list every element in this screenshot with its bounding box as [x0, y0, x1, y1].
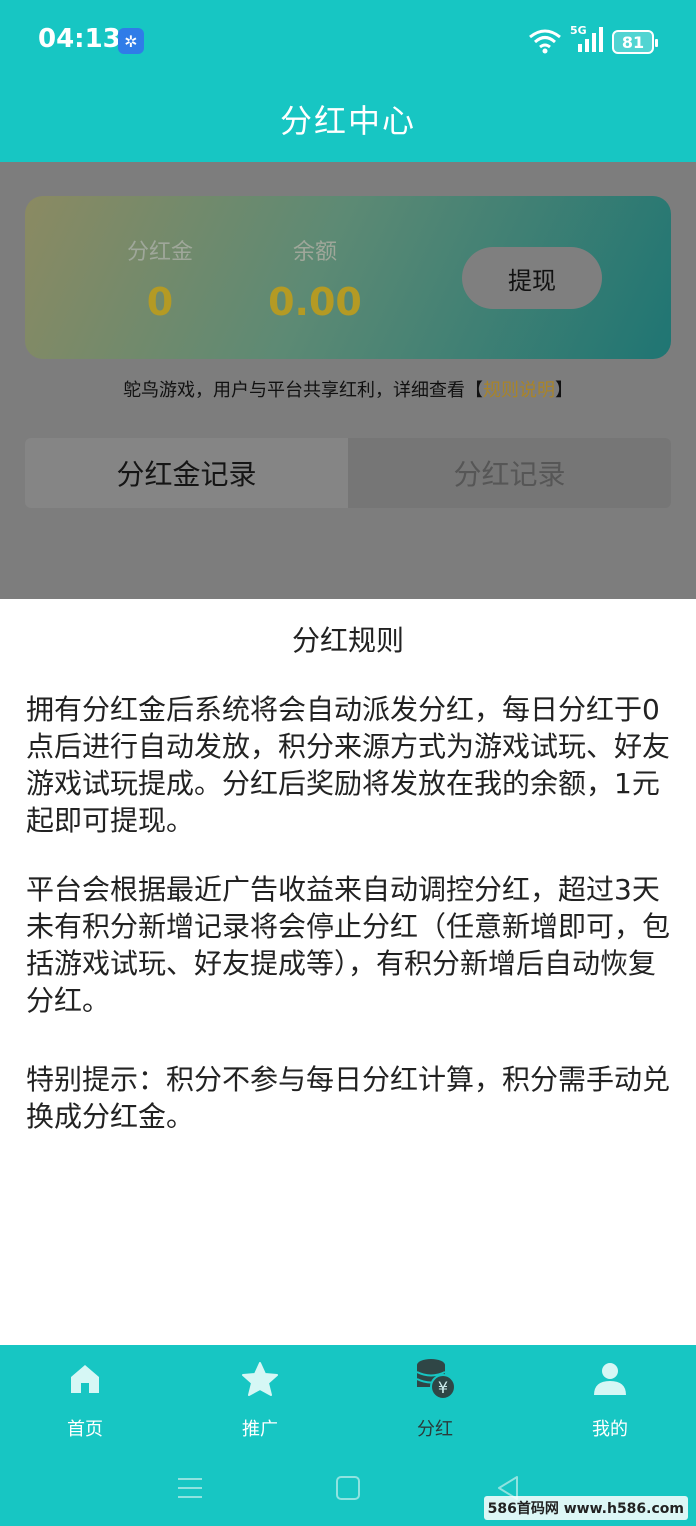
- coins-icon: ¥: [375, 1357, 495, 1401]
- rule-note: 鸵鸟游戏，用户与平台共享红利，详细查看【规则说明】: [0, 376, 696, 402]
- signal-icon: [578, 27, 603, 52]
- menu-icon[interactable]: [172, 1470, 208, 1506]
- nav-item-dividend[interactable]: ¥ 分红: [375, 1357, 495, 1441]
- nav-label: 我的: [592, 1419, 628, 1440]
- nav-label: 首页: [67, 1419, 103, 1440]
- content-area-dimmed: 分红金 0 余额 0.00 提现 鸵鸟游戏，用户与平台共享红利，详细查看【规则说…: [0, 162, 696, 599]
- nav-label: 推广: [242, 1419, 278, 1440]
- records-tabs: 分红金记录 分红记录: [25, 438, 671, 508]
- user-icon: [550, 1357, 670, 1401]
- dividend-gold-value: 0: [146, 280, 174, 324]
- rules-sheet: 分红规则 拥有分红金后系统将会自动派发分红，每日分红于0点后进行自动发放，积分来…: [0, 599, 696, 1345]
- tab-dividend-gold-records[interactable]: 分红金记录: [25, 438, 348, 508]
- star-icon: [200, 1357, 320, 1401]
- rule-explanation-link[interactable]: 规则说明: [483, 380, 555, 401]
- bottom-nav: 首页 推广 ¥ 分红 我的: [0, 1345, 696, 1450]
- dividend-gold-label: 分红金: [126, 240, 193, 265]
- withdraw-button[interactable]: 提现: [462, 247, 602, 309]
- status-time: 04:13: [38, 24, 121, 54]
- home-square-icon[interactable]: [330, 1470, 366, 1506]
- rules-paragraph: 拥有分红金后系统将会自动派发分红，每日分红于0点后进行自动发放，积分来源方式为游…: [26, 693, 671, 837]
- watermark: 586首码网 www.h586.com: [483, 1496, 688, 1520]
- battery-icon: 81: [612, 30, 658, 54]
- nav-label: 分红: [417, 1419, 453, 1440]
- dividend-gold-stat: 分红金 0: [95, 234, 225, 324]
- home-icon: [25, 1357, 145, 1401]
- nav-item-promote[interactable]: 推广: [200, 1357, 320, 1441]
- pinwheel-app-icon: ✲: [118, 28, 144, 54]
- page-title: 分红中心: [279, 102, 416, 140]
- status-bar: 04:13 ✲ 5G 81: [0, 0, 696, 82]
- rules-title: 分红规则: [291, 624, 404, 657]
- rule-note-suffix: 】: [555, 380, 573, 401]
- top-bar: 04:13 ✲ 5G 81 分红中心: [0, 0, 696, 162]
- balance-value: 0.00: [268, 280, 362, 324]
- balance-card: 分红金 0 余额 0.00 提现: [25, 196, 671, 359]
- balance-label: 余额: [292, 240, 337, 265]
- tab-dividend-records[interactable]: 分红记录: [348, 438, 671, 508]
- nav-item-mine[interactable]: 我的: [550, 1357, 670, 1441]
- rules-paragraph: 特别提示：积分不参与每日分红计算，积分需手动兑换成分红金。: [26, 1063, 671, 1133]
- system-nav-bar: 586首码网 www.h586.com: [0, 1450, 696, 1526]
- wifi-icon: [529, 29, 561, 54]
- svg-text:¥: ¥: [438, 1378, 448, 1397]
- rule-note-text: 鸵鸟游戏，用户与平台共享红利，详细查看【: [123, 380, 483, 401]
- nav-item-home[interactable]: 首页: [25, 1357, 145, 1441]
- rules-paragraph: 平台会根据最近广告收益来自动调控分红，超过3天未有积分新增记录将会停止分红（任意…: [26, 873, 671, 1017]
- battery-level: 81: [621, 32, 645, 52]
- balance-stat: 余额 0.00: [260, 234, 370, 324]
